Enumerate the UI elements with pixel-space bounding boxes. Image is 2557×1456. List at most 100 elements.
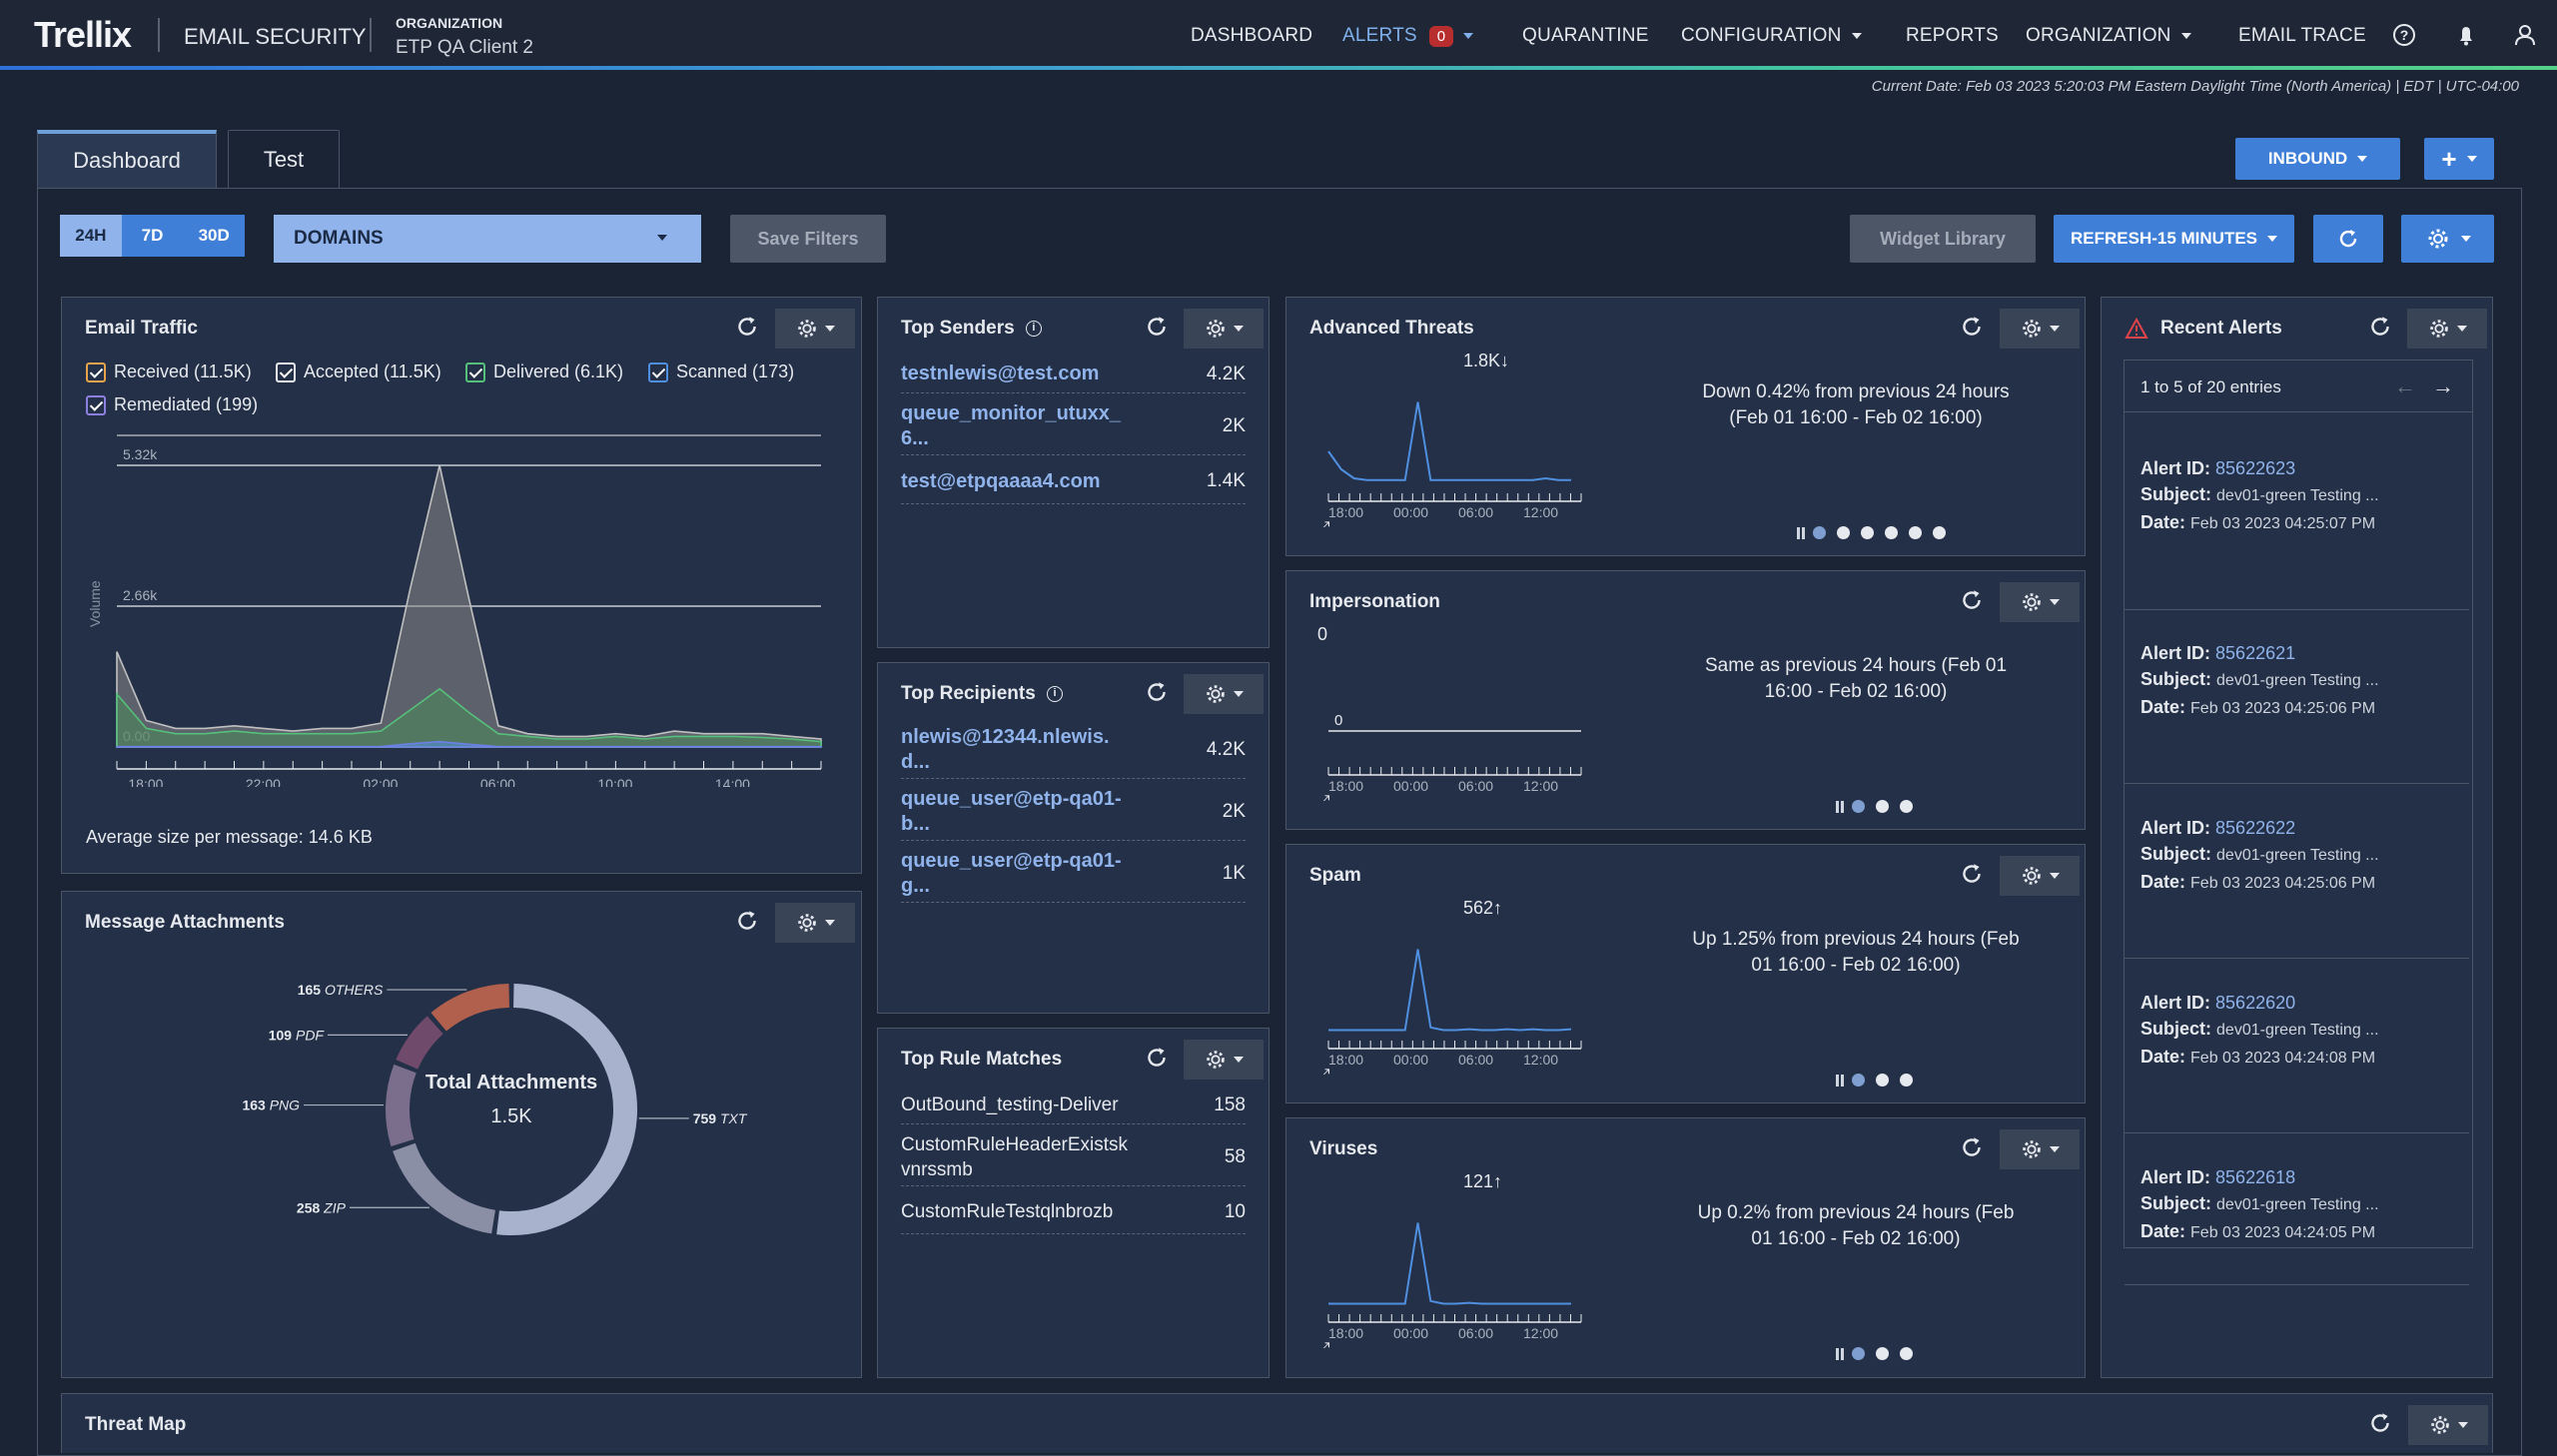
widget-settings-button[interactable]: [2000, 309, 2080, 349]
widget-settings-button[interactable]: [1184, 674, 1264, 714]
carousel-dot[interactable]: [1876, 800, 1889, 813]
refresh-interval-dropdown[interactable]: REFRESH-15 MINUTES: [2054, 215, 2294, 263]
tab-test[interactable]: Test: [228, 130, 340, 188]
alert-item[interactable]: Alert ID: 85622622 Subject: dev01-green T…: [2125, 786, 2469, 959]
refresh-icon[interactable]: [1958, 586, 1986, 614]
widget-settings-button[interactable]: [2000, 582, 2080, 622]
bell-icon[interactable]: [2451, 20, 2481, 50]
widget-settings-button[interactable]: [1184, 309, 1264, 349]
legend-remediated[interactable]: Remediated (199): [86, 394, 258, 415]
widget-settings-button[interactable]: [2408, 1405, 2488, 1445]
carousel-dot[interactable]: [1861, 526, 1874, 539]
nav-reports[interactable]: REPORTS: [1906, 25, 1999, 47]
widget-settings-button[interactable]: [775, 309, 855, 349]
nav-alerts[interactable]: ALERTS 0: [1342, 25, 1474, 47]
alert-subject: dev01-green Testing ...: [2216, 487, 2379, 504]
refresh-icon[interactable]: [1958, 860, 1986, 888]
pause-icon[interactable]: [1836, 1074, 1844, 1087]
refresh-icon[interactable]: [733, 313, 761, 341]
add-tab-button[interactable]: +: [2424, 138, 2494, 180]
refresh-icon[interactable]: [2366, 313, 2394, 341]
x-tick-label: 00:00: [1393, 504, 1428, 520]
carousel-dot[interactable]: [1900, 800, 1913, 813]
refresh-icon[interactable]: [1958, 313, 1986, 341]
carousel-dot[interactable]: [1852, 1074, 1865, 1087]
expand-icon[interactable]: ⤢: [1316, 792, 1330, 801]
alert-id-link[interactable]: 85622621: [2215, 643, 2295, 663]
range-7d[interactable]: 7D: [122, 215, 184, 257]
prev-page-icon[interactable]: ←: [2394, 373, 2416, 399]
recipient-link[interactable]: queue_user@etp-qa01- b...: [901, 787, 1122, 837]
recipient-link[interactable]: nlewis@12344.nlewis. d...: [901, 725, 1110, 775]
widget-settings-button[interactable]: [1184, 1040, 1264, 1080]
nav-dashboard[interactable]: DASHBOARD: [1191, 25, 1312, 47]
info-icon[interactable]: i: [1025, 320, 1042, 337]
nav-organization[interactable]: ORGANIZATION: [2026, 25, 2191, 47]
refresh-icon[interactable]: [733, 907, 761, 935]
carousel-dot[interactable]: [1933, 526, 1946, 539]
expand-icon[interactable]: ⤢: [1316, 1066, 1330, 1075]
widget-settings-button[interactable]: [2000, 1129, 2080, 1169]
expand-icon[interactable]: ⤢: [1316, 518, 1330, 527]
refresh-icon[interactable]: [1958, 1133, 1986, 1161]
refresh-icon[interactable]: [1143, 313, 1171, 341]
legend-delivered[interactable]: Delivered (6.1K): [465, 362, 623, 382]
widget-settings-button[interactable]: [2000, 856, 2080, 896]
sender-link[interactable]: test@etpqaaaa4.com: [901, 469, 1101, 494]
alert-id-link[interactable]: 85622618: [2215, 1167, 2295, 1187]
sender-link[interactable]: queue_monitor_utuxx_ 6...: [901, 401, 1121, 451]
expand-icon[interactable]: ⤢: [1316, 1339, 1330, 1348]
carousel-dot[interactable]: [1852, 800, 1865, 813]
save-filters-button[interactable]: Save Filters: [730, 215, 886, 263]
carousel-dot[interactable]: [1837, 526, 1850, 539]
pause-icon[interactable]: [1836, 800, 1844, 813]
carousel-dot[interactable]: [1885, 526, 1898, 539]
carousel-dot[interactable]: [1900, 1074, 1913, 1087]
help-icon[interactable]: ?: [2389, 20, 2419, 50]
carousel-dot[interactable]: [1900, 1347, 1913, 1360]
pause-icon[interactable]: [1797, 526, 1805, 539]
nav-email-trace[interactable]: EMAIL TRACE: [2238, 25, 2366, 47]
donut-label: 163 PNG: [242, 1097, 300, 1113]
widget-settings-button[interactable]: [775, 903, 855, 943]
tab-dashboard[interactable]: Dashboard: [37, 130, 217, 188]
range-30d[interactable]: 30D: [183, 215, 245, 257]
alert-item[interactable]: Alert ID: 85622623 Subject: dev01-green T…: [2125, 437, 2469, 610]
sender-link[interactable]: testnlewis@test.com: [901, 362, 1099, 386]
carousel-dot[interactable]: [1909, 526, 1922, 539]
widget-title-text: Top Recipients: [901, 683, 1036, 704]
carousel-dot[interactable]: [1852, 1347, 1865, 1360]
range-24h[interactable]: 24H: [60, 215, 122, 257]
inbound-dropdown[interactable]: INBOUND: [2235, 138, 2400, 180]
brand-logo[interactable]: Trellix: [34, 14, 132, 56]
alert-id-link[interactable]: 85622620: [2215, 993, 2295, 1013]
alert-item[interactable]: Alert ID: 85622620 Subject: dev01-green T…: [2125, 961, 2469, 1133]
chevron-down-icon: [2466, 156, 2477, 162]
refresh-icon[interactable]: [1143, 1044, 1171, 1072]
info-icon[interactable]: i: [1047, 685, 1064, 702]
alert-item[interactable]: Alert ID: 85622621 Subject: dev01-green T…: [2125, 611, 2469, 784]
next-page-icon[interactable]: →: [2432, 373, 2454, 399]
alert-subject-label: Subject:: [2140, 1019, 2212, 1039]
user-icon[interactable]: [2510, 20, 2540, 50]
legend-accepted[interactable]: Accepted (11.5K): [276, 362, 441, 382]
legend-received[interactable]: Received (11.5K): [86, 362, 252, 382]
refresh-icon[interactable]: [1143, 678, 1171, 706]
widget-settings-button[interactable]: [2407, 309, 2487, 349]
recipient-link[interactable]: queue_user@etp-qa01- g...: [901, 849, 1122, 899]
refresh-button[interactable]: [2313, 215, 2383, 263]
alert-item[interactable]: Alert ID: 85622618 Subject: dev01-green T…: [2125, 1135, 2469, 1285]
alert-id-link[interactable]: 85622622: [2215, 818, 2295, 838]
alert-id-link[interactable]: 85622623: [2215, 458, 2295, 478]
widget-library-button[interactable]: Widget Library: [1850, 215, 2036, 263]
carousel-dot[interactable]: [1813, 526, 1826, 539]
refresh-icon[interactable]: [2366, 1409, 2394, 1437]
dashboard-settings-button[interactable]: [2401, 215, 2494, 263]
legend-scanned[interactable]: Scanned (173): [648, 362, 794, 382]
pause-icon[interactable]: [1836, 1347, 1844, 1360]
nav-quarantine[interactable]: QUARANTINE: [1522, 25, 1649, 47]
domains-dropdown[interactable]: DOMAINS: [274, 215, 701, 263]
carousel-dot[interactable]: [1876, 1347, 1889, 1360]
nav-configuration[interactable]: CONFIGURATION: [1681, 25, 1862, 47]
carousel-dot[interactable]: [1876, 1074, 1889, 1087]
